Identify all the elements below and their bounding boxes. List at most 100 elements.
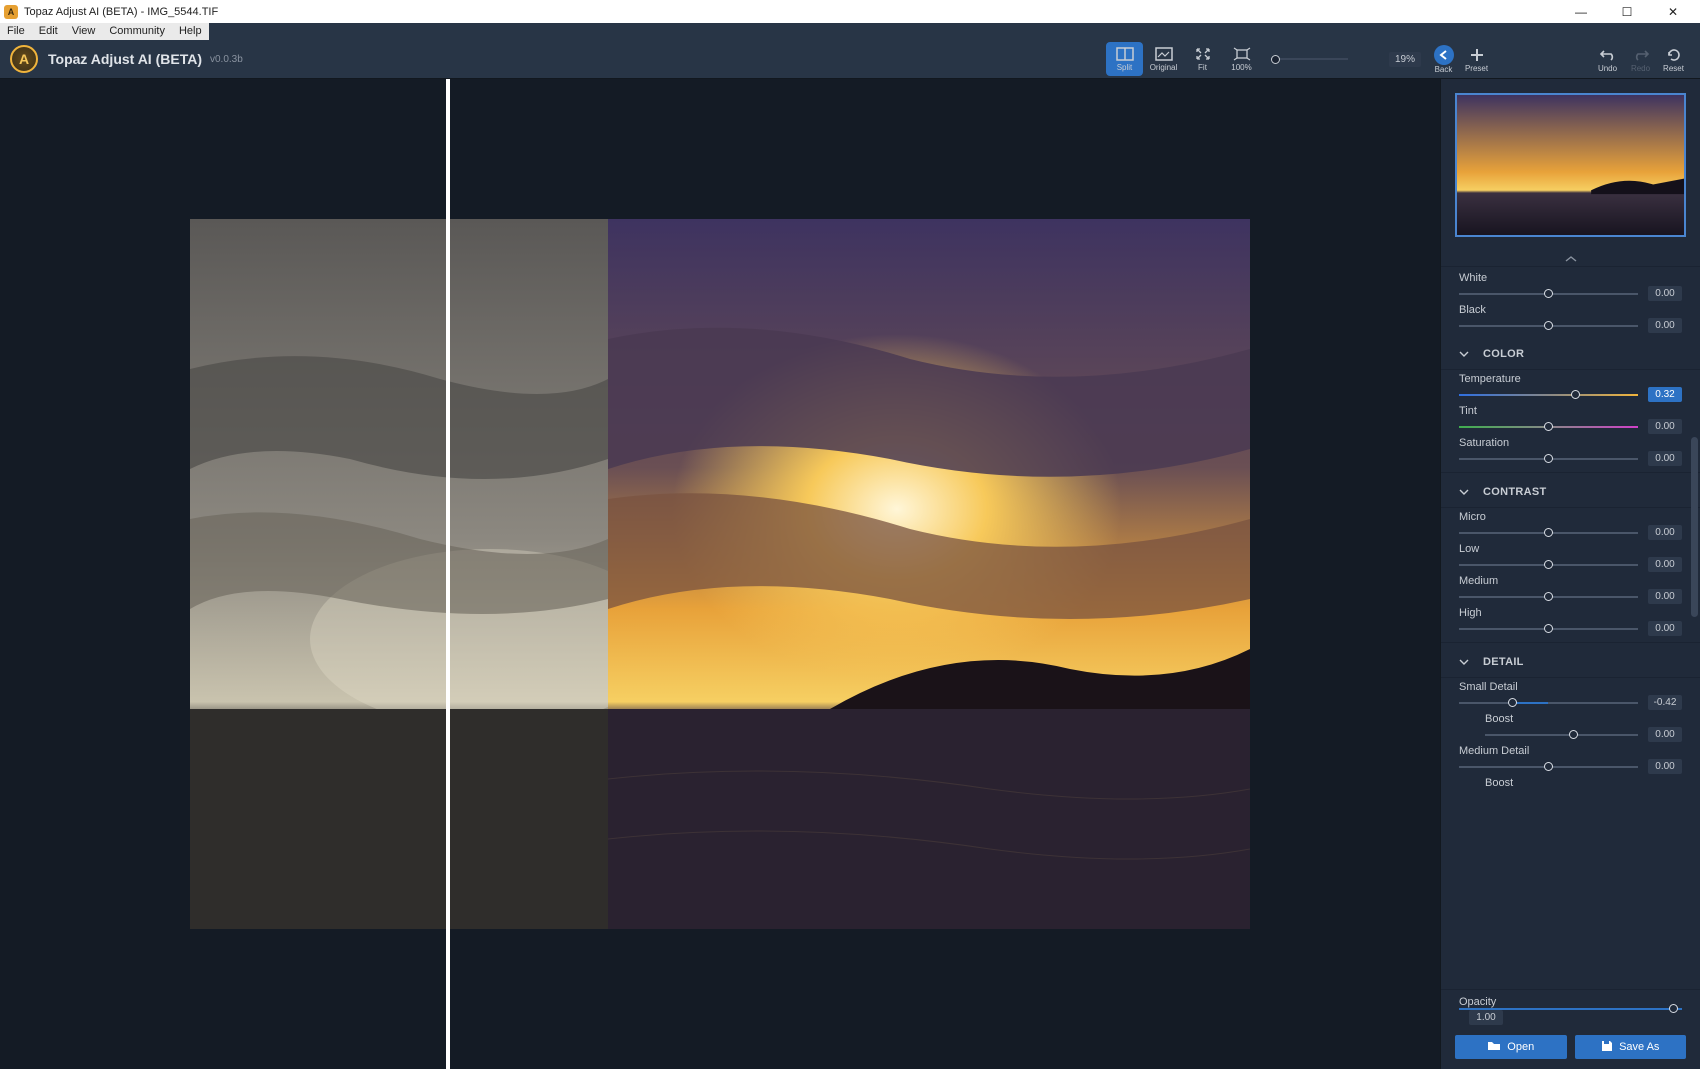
preset-label: Preset (1465, 64, 1488, 73)
slider-micro-track[interactable] (1459, 532, 1638, 534)
slider-saturation-value[interactable]: 0.00 (1648, 451, 1682, 466)
slider-black-value[interactable]: 0.00 (1648, 318, 1682, 333)
image-comparison[interactable] (190, 219, 1250, 929)
slider-medium: Medium 0.00 (1441, 572, 1700, 604)
window-maximize-button[interactable]: ☐ (1604, 0, 1650, 23)
slider-micro-label: Micro (1459, 511, 1682, 523)
slider-temperature-knob[interactable] (1571, 390, 1580, 399)
zoom-slider-track[interactable] (1271, 58, 1348, 60)
slider-opacity: Opacity 1.00 (1441, 989, 1700, 1025)
slider-opacity-value[interactable]: 1.00 (1469, 1010, 1503, 1025)
slider-low-knob[interactable] (1544, 560, 1553, 569)
slider-temperature-track[interactable] (1459, 394, 1638, 396)
slider-small-detail-label: Small Detail (1459, 681, 1682, 693)
window-titlebar: A Topaz Adjust AI (BETA) - IMG_5544.TIF … (0, 0, 1700, 23)
slider-tint-value[interactable]: 0.00 (1648, 419, 1682, 434)
menu-file[interactable]: File (0, 23, 32, 40)
section-color-header[interactable]: COLOR (1441, 335, 1700, 370)
image-canvas[interactable] (0, 79, 1440, 1069)
slider-medium-detail-value[interactable]: 0.00 (1648, 759, 1682, 774)
slider-medium-detail-track[interactable] (1459, 766, 1638, 768)
original-icon (1154, 47, 1174, 62)
slider-white-knob[interactable] (1544, 289, 1553, 298)
slider-medium-boost-label: Boost (1459, 777, 1682, 789)
slider-high-value[interactable]: 0.00 (1648, 621, 1682, 636)
slider-medium-detail-knob[interactable] (1544, 762, 1553, 771)
view-fit-button[interactable]: Fit (1184, 42, 1221, 76)
slider-medium-track[interactable] (1459, 596, 1638, 598)
view-split-label: Split (1117, 63, 1133, 72)
panel-scrollbar[interactable] (1691, 437, 1698, 617)
slider-medium-detail-label: Medium Detail (1459, 745, 1682, 757)
slider-small-boost-value[interactable]: 0.00 (1648, 727, 1682, 742)
slider-black-track[interactable] (1459, 325, 1638, 327)
redo-button[interactable]: Redo (1624, 42, 1657, 76)
zoom-slider-knob[interactable] (1271, 55, 1280, 64)
adjustments-panel: White 0.00 Black 0.00 COLOR Temperature (1440, 79, 1700, 1069)
slider-temperature-value[interactable]: 0.32 (1648, 387, 1682, 402)
menu-view[interactable]: View (65, 23, 103, 40)
slider-medium-knob[interactable] (1544, 592, 1553, 601)
slider-micro: Micro 0.00 (1441, 508, 1700, 540)
slider-low-label: Low (1459, 543, 1682, 555)
app-version-label: v0.0.3b (210, 54, 243, 65)
slider-saturation-track[interactable] (1459, 458, 1638, 460)
menu-community[interactable]: Community (102, 23, 172, 40)
slider-small-detail-value[interactable]: -0.42 (1648, 695, 1682, 710)
panel-collapse-toggle[interactable] (1441, 251, 1700, 267)
slider-high-knob[interactable] (1544, 624, 1553, 633)
slider-tint-knob[interactable] (1544, 422, 1553, 431)
open-button[interactable]: Open (1455, 1035, 1567, 1059)
slider-white-track[interactable] (1459, 293, 1638, 295)
slider-micro-knob[interactable] (1544, 528, 1553, 537)
view-split-button[interactable]: Split (1106, 42, 1143, 76)
save-as-button[interactable]: Save As (1575, 1035, 1687, 1059)
view-original-button[interactable]: Original (1145, 42, 1182, 76)
slider-temperature-label: Temperature (1459, 373, 1682, 385)
preview-thumbnail[interactable] (1455, 93, 1686, 237)
sliders-scroll-area[interactable]: White 0.00 Black 0.00 COLOR Temperature (1441, 267, 1700, 989)
preset-button[interactable]: Preset (1460, 42, 1493, 76)
slider-small-detail-knob[interactable] (1508, 698, 1517, 707)
section-detail-header[interactable]: DETAIL (1441, 642, 1700, 678)
slider-medium-value[interactable]: 0.00 (1648, 589, 1682, 604)
slider-low-track[interactable] (1459, 564, 1638, 566)
slider-low-value[interactable]: 0.00 (1648, 557, 1682, 572)
view-100-button[interactable]: 100% (1223, 42, 1260, 76)
window-minimize-button[interactable]: — (1558, 0, 1604, 23)
slider-micro-value[interactable]: 0.00 (1648, 525, 1682, 540)
reset-button[interactable]: Reset (1657, 42, 1690, 76)
slider-temperature: Temperature 0.32 (1441, 370, 1700, 402)
undo-button[interactable]: Undo (1591, 42, 1624, 76)
split-divider[interactable] (446, 79, 450, 1069)
slider-saturation-knob[interactable] (1544, 454, 1553, 463)
slider-opacity-label: Opacity (1459, 996, 1682, 1008)
slider-medium-label: Medium (1459, 575, 1682, 587)
app-logo: A (10, 45, 38, 73)
zoom-value[interactable]: 19% (1389, 52, 1421, 67)
menu-help[interactable]: Help (172, 23, 209, 40)
back-button[interactable]: Back (1427, 42, 1460, 76)
slider-opacity-knob[interactable] (1669, 1004, 1678, 1013)
slider-small-boost-knob[interactable] (1569, 730, 1578, 739)
slider-medium-boost: Boost (1441, 774, 1700, 789)
zoom-slider[interactable]: 19% (1271, 52, 1421, 67)
menu-edit[interactable]: Edit (32, 23, 65, 40)
app-name-label: Topaz Adjust AI (BETA) (48, 51, 202, 67)
window-close-button[interactable]: ✕ (1650, 0, 1696, 23)
redo-label: Redo (1631, 64, 1650, 73)
slider-high-track[interactable] (1459, 628, 1638, 630)
slider-high-label: High (1459, 607, 1682, 619)
slider-black-knob[interactable] (1544, 321, 1553, 330)
section-contrast-header[interactable]: CONTRAST (1441, 472, 1700, 508)
slider-high: High 0.00 (1441, 604, 1700, 636)
section-color-label: COLOR (1483, 348, 1524, 360)
slider-small-detail-track[interactable] (1459, 702, 1638, 704)
slider-white-value[interactable]: 0.00 (1648, 286, 1682, 301)
slider-small-boost-track[interactable] (1485, 734, 1638, 736)
view-original-label: Original (1150, 63, 1178, 72)
slider-black-label: Black (1459, 304, 1682, 316)
slider-tint-track[interactable] (1459, 426, 1638, 428)
slider-opacity-track[interactable] (1459, 1008, 1682, 1010)
slider-low: Low 0.00 (1441, 540, 1700, 572)
